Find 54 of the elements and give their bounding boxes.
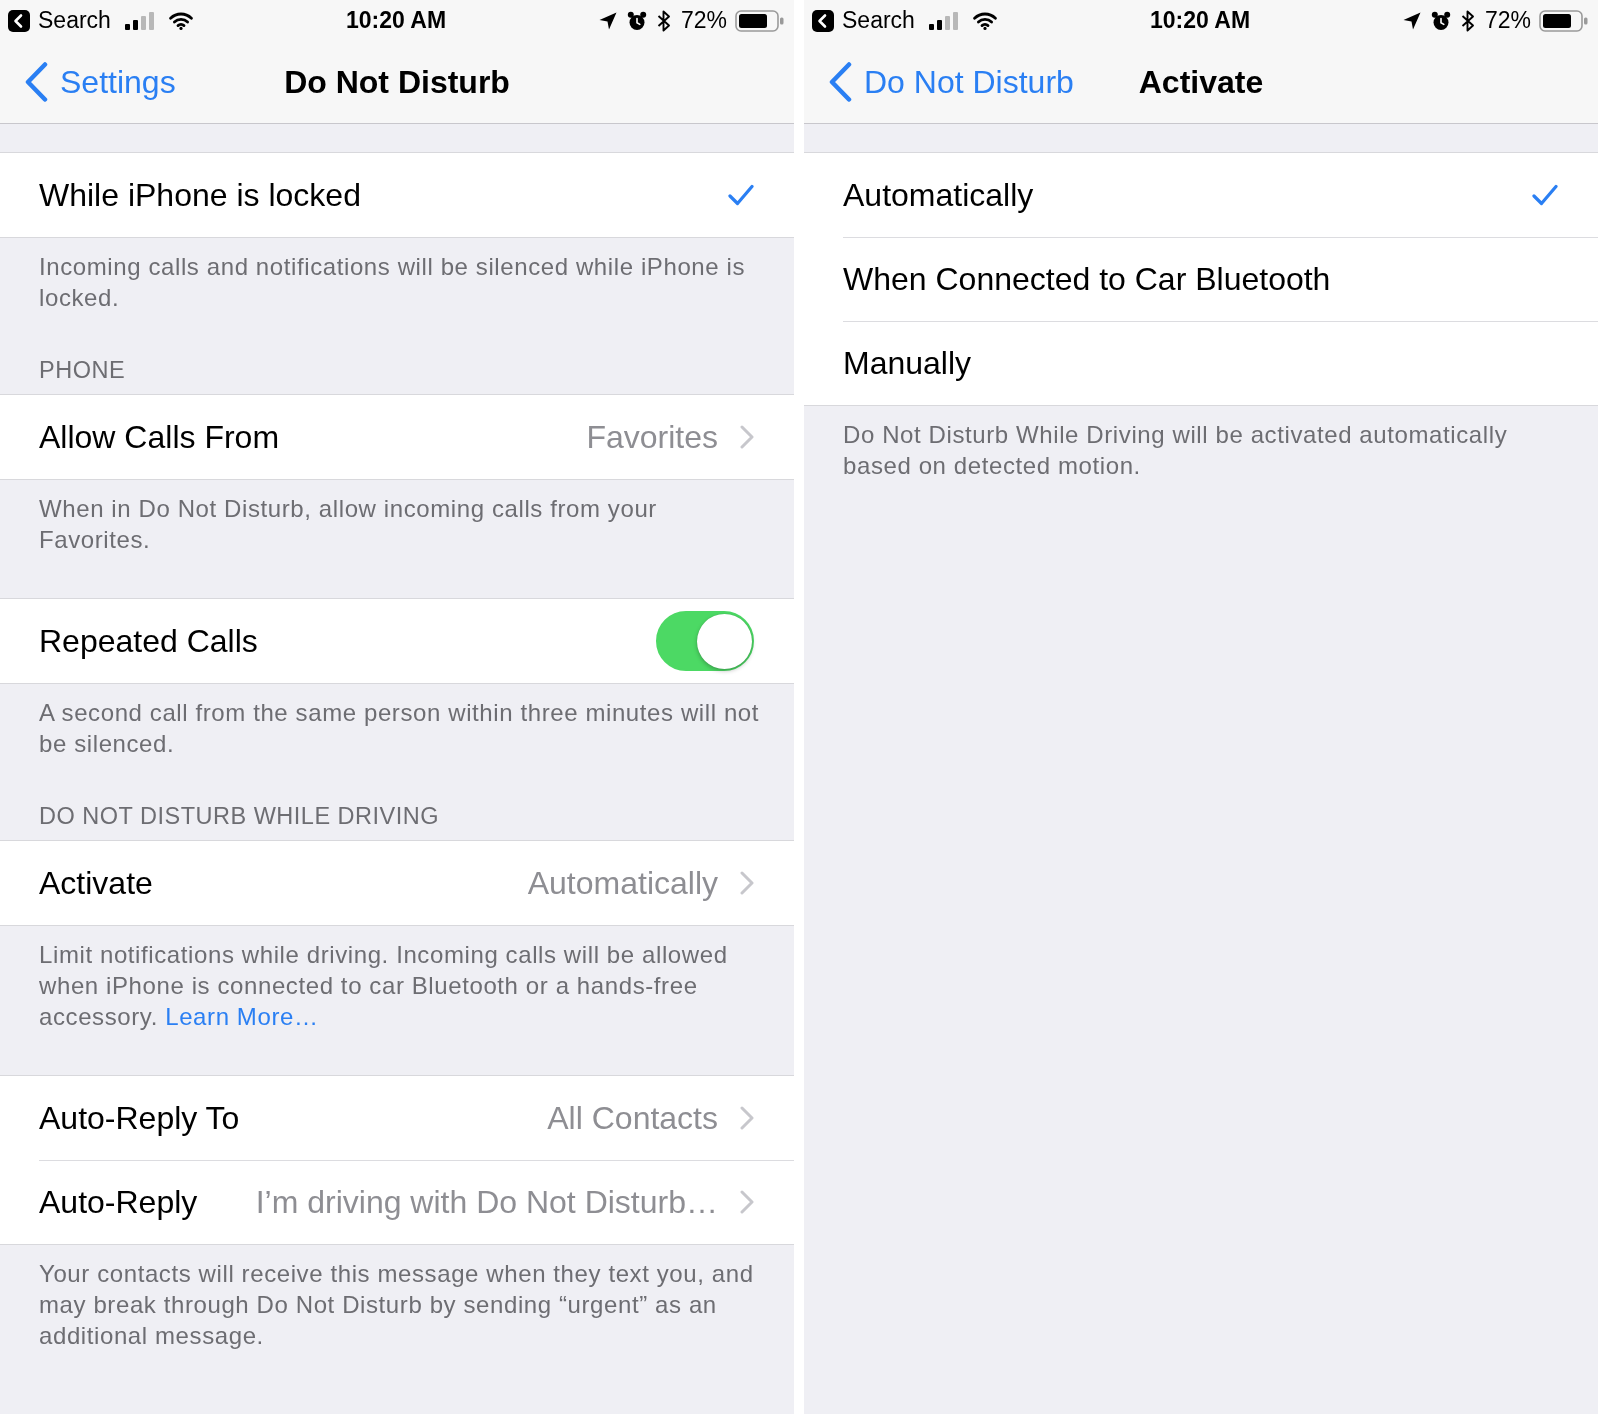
chevron-left-icon xyxy=(25,62,48,102)
chevron-left-icon xyxy=(829,62,852,102)
chevron-right-icon xyxy=(740,1106,754,1130)
back-button[interactable]: Do Not Disturb xyxy=(829,62,1074,102)
screen-title: Do Not Disturb xyxy=(284,63,510,101)
footer-text: A second call from the same person within three minutes will not be silenced. xyxy=(38,698,761,759)
row-label: While iPhone is locked xyxy=(39,176,361,214)
wifi-icon xyxy=(168,11,193,30)
footer-text: Incoming calls and notifications will be silenced while iPhone is locked. xyxy=(38,252,747,313)
row-value: I’m driving with Do Not Disturb… xyxy=(254,1183,718,1221)
row-value: Automatically xyxy=(526,864,718,902)
signal-bars-icon xyxy=(928,11,959,30)
back-chevron-tile-icon xyxy=(8,9,30,32)
alarm-clock-icon xyxy=(626,10,647,31)
signal-bars-icon xyxy=(124,11,155,30)
battery-percent: 72% xyxy=(1484,7,1531,34)
toggle-switch[interactable] xyxy=(656,611,754,671)
screen-title: Activate xyxy=(1138,63,1264,101)
row-label: Auto-Reply xyxy=(39,1183,198,1221)
chevron-right-icon xyxy=(740,1190,754,1214)
row-label: Activate xyxy=(39,864,153,902)
section-header: PHONE xyxy=(38,356,127,385)
battery-percent: 72% xyxy=(680,7,727,34)
section-header: DO NOT DISTURB WHILE DRIVING xyxy=(38,802,441,831)
bluetooth-icon xyxy=(1460,9,1475,32)
checkmark-icon xyxy=(1532,184,1558,206)
back-to-app-button[interactable]: Search xyxy=(812,7,915,34)
row-label: Automatically xyxy=(843,176,1034,214)
checkmark-icon xyxy=(728,184,754,206)
row-label: Manually xyxy=(843,344,972,382)
chevron-right-icon xyxy=(740,871,754,895)
chevron-right-icon xyxy=(740,425,754,449)
footer-text: Do Not Disturb While Driving will be activated automatically based on detected motion. xyxy=(842,420,1509,481)
battery-icon xyxy=(735,9,784,32)
alarm-clock-icon xyxy=(1430,10,1451,31)
wifi-icon xyxy=(972,11,997,30)
row-value: All Contacts xyxy=(546,1099,718,1137)
row-label: Allow Calls From xyxy=(39,418,280,456)
back-chevron-tile-icon xyxy=(812,9,834,32)
location-arrow-icon xyxy=(598,11,617,30)
status-time: 10:20 AM xyxy=(345,7,447,34)
footer-text: Limit notifications while driving. Incoming calls will be allowed when iPhone is connected to car Bluetooth or a hands-free accessory. Learn More… xyxy=(38,940,729,1032)
footer-text: When in Do Not Disturb, allow incoming calls from your Favorites. xyxy=(38,494,658,555)
row-value: Favorites xyxy=(585,418,718,456)
row-label: Repeated Calls xyxy=(39,622,258,660)
row-label: Auto-Reply To xyxy=(39,1099,240,1137)
bluetooth-icon xyxy=(656,9,671,32)
back-to-app-button[interactable]: Search xyxy=(8,7,111,34)
row-label: When Connected to Car Bluetooth xyxy=(843,260,1331,298)
status-time: 10:20 AM xyxy=(1149,7,1251,34)
back-button[interactable]: Settings xyxy=(25,62,176,102)
footer-text: Your contacts will receive this message when they text you, and may break through Do Not Disturb by sending “urgent” as an additional message. xyxy=(38,1259,755,1351)
location-arrow-icon xyxy=(1402,11,1421,30)
battery-icon xyxy=(1539,9,1588,32)
